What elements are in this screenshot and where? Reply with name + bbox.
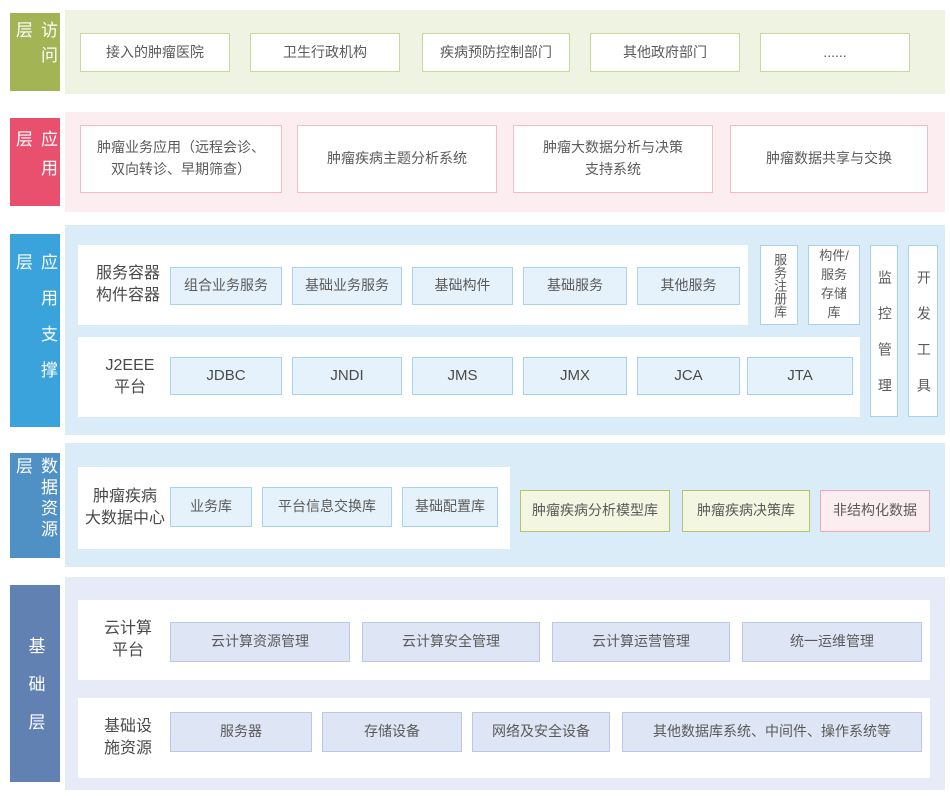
other-gov-box: 其他政府部门 [590,33,740,72]
jdbc-box: JDBC [170,357,282,395]
dev-tools-box: 开发工具 [908,245,938,417]
data-sharing-box: 肿瘤数据共享与交换 [730,125,928,193]
app-layer-label: 应用层 [10,118,60,206]
analysis-model-db-box: 肿瘤疾病分析模型库 [520,490,670,532]
other-systems-box: 其他数据库系统、中间件、操作系统等 [622,712,922,752]
jms-box: JMS [412,357,513,395]
jca-box: JCA [637,357,740,395]
ellipsis-box: ...... [760,33,910,72]
j2ee-panel-label: J2EEE 平台 [92,350,168,404]
monitor-management-box: 监控管理 [870,245,898,417]
network-security-device-box: 网络及安全设备 [472,712,610,752]
jndi-box: JNDI [292,357,402,395]
other-service-box: 其他服务 [637,267,740,305]
cloud-operation-mgmt-box: 云计算运营管理 [552,622,730,662]
theme-analysis-box: 肿瘤疾病主题分析系统 [297,125,497,193]
service-registry-box: 服务注册库 [760,245,798,325]
base-layer-label: 基础层 [10,585,60,782]
cloud-security-mgmt-box: 云计算安全管理 [362,622,540,662]
bigdata-decision-box: 肿瘤大数据分析与决策 支持系统 [513,125,713,193]
basic-component-box: 基础构件 [412,267,513,305]
hospital-access-box: 接入的肿瘤医院 [80,33,230,72]
unstructured-data-box: 非结构化数据 [820,490,930,532]
support-layer-label: 应用支撑层 [10,234,60,427]
architecture-diagram: 访问层 接入的肿瘤医院 卫生行政机构 疾病预防控制部门 其他政府部门 .....… [0,0,950,806]
cloud-platform-panel-label: 云计算 平台 [86,613,170,667]
component-storage-box: 构件/ 服务 存储 库 [808,245,860,325]
health-admin-box: 卫生行政机构 [250,33,400,72]
composite-service-box: 组合业务服务 [170,267,282,305]
jmx-box: JMX [523,357,627,395]
business-db-box: 业务库 [170,487,252,527]
jta-box: JTA [747,357,853,395]
cloud-resource-mgmt-box: 云计算资源管理 [170,622,350,662]
basic-config-db-box: 基础配置库 [402,487,498,527]
decision-db-box: 肿瘤疾病决策库 [682,490,810,532]
unified-ops-mgmt-box: 统一运维管理 [742,622,922,662]
cdc-box: 疾病预防控制部门 [422,33,570,72]
data-layer-label: 数据资源层 [10,453,60,558]
platform-exchange-db-box: 平台信息交换库 [262,487,392,527]
datacenter-panel-label: 肿瘤疾病 大数据中心 [82,481,168,535]
server-box: 服务器 [170,712,312,752]
access-layer-label: 访问层 [10,13,60,91]
tumor-business-app-box: 肿瘤业务应用（远程会诊、 双向转诊、早期筛查） [80,125,282,193]
infrastructure-panel-label: 基础设 施资源 [86,711,170,765]
service-container-panel-label: 服务容器 构件容器 [84,258,172,312]
basic-business-service-box: 基础业务服务 [292,267,402,305]
storage-device-box: 存储设备 [322,712,462,752]
basic-service-box: 基础服务 [523,267,627,305]
